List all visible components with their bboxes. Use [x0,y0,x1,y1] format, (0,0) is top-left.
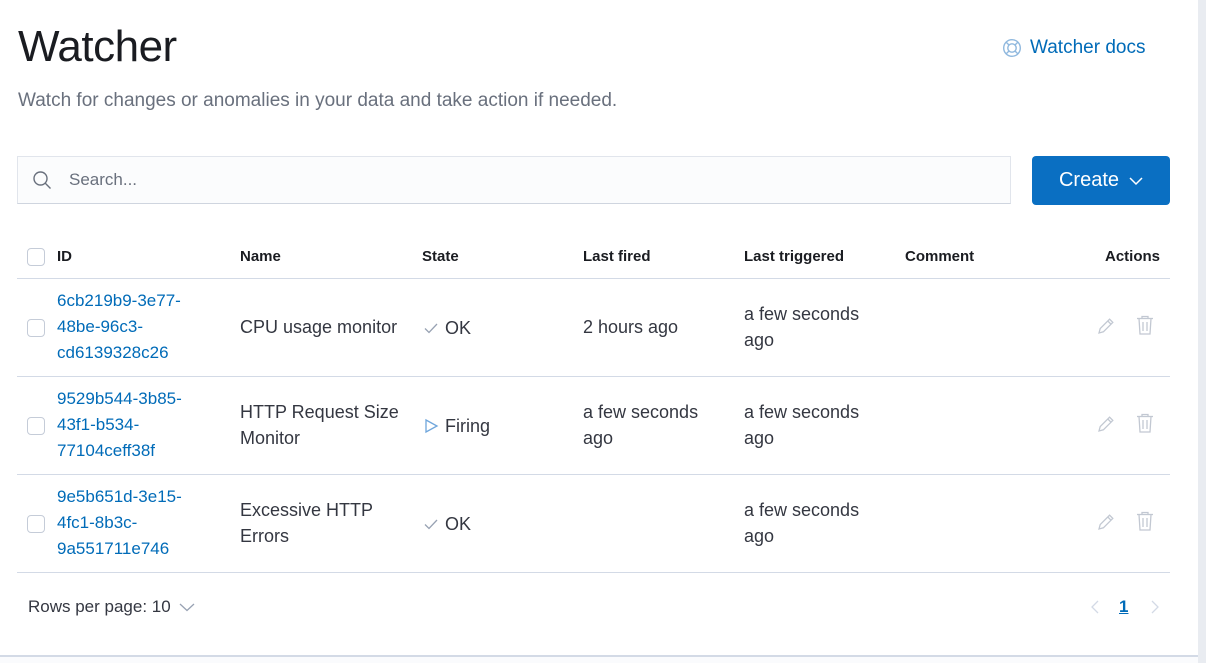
watch-name-line: Errors [240,526,289,546]
next-page-icon[interactable] [1149,599,1161,615]
last-triggered-line: ago [744,428,775,448]
watch-state: OK [423,315,471,341]
check-icon [424,519,438,530]
last-fired-line: a few seconds [583,402,699,422]
chevron-down-icon [179,603,195,612]
previous-page-icon[interactable] [1089,599,1101,615]
delete-trash-icon[interactable] [1134,510,1156,532]
table-header: ID Name State Last fired Last triggered … [17,232,1170,279]
select-all-checkbox[interactable] [27,248,45,266]
delete-trash-icon[interactable] [1134,412,1156,434]
table-row: 6cb219b9-3e77- 48be-96c3- cd6139328c26 C… [17,279,1170,377]
scrollbar[interactable] [1198,0,1206,663]
state-label: OK [445,318,472,338]
watch-id-link[interactable]: 6cb219b9-3e77- 48be-96c3- cd6139328c26 [57,288,207,366]
edit-pencil-icon[interactable] [1096,316,1116,336]
last-triggered-line: ago [744,330,775,350]
watch-name-line: Excessive HTTP [240,500,374,520]
last-triggered: a few seconds ago [744,301,874,353]
watch-id-line: cd6139328c26 [57,343,169,362]
last-triggered: a few seconds ago [744,497,874,549]
watch-id-line: 4fc1-8b3c- [57,513,138,532]
watch-name-line: HTTP Request Size [240,402,399,422]
edit-pencil-icon[interactable] [1096,414,1116,434]
check-icon [424,323,438,334]
page-subtitle: Watch for changes or anomalies in your d… [18,90,618,111]
watch-id-line: 9a551711e746 [57,539,170,558]
edit-pencil-icon[interactable] [1096,512,1116,532]
search-icon [33,171,51,189]
watcher-docs-label: Watcher docs [1030,37,1146,58]
watch-id-line: 77104ceff38f [57,441,155,460]
page-title: Watcher [18,22,177,71]
watch-id-link[interactable]: 9e5b651d-3e15- 4fc1-8b3c- 9a551711e746 [57,484,207,562]
watch-id-line: 9e5b651d-3e15- [57,487,182,506]
watch-state: OK [423,511,471,537]
watches-table: ID Name State Last fired Last triggered … [17,232,1170,573]
watch-name: CPU usage monitor [240,314,410,340]
search-input[interactable] [67,169,971,191]
watch-name-line: CPU usage monitor [240,317,398,337]
delete-trash-icon[interactable] [1134,314,1156,336]
watch-name: HTTP Request Size Monitor [240,399,410,451]
watch-id-line: 9529b544-3b85- [57,389,182,408]
table-row: 9e5b651d-3e15- 4fc1-8b3c- 9a551711e746 E… [17,475,1170,573]
last-triggered-line: ago [744,526,775,546]
state-label: OK [445,514,472,534]
search-bar [17,156,1011,204]
last-fired: 2 hours ago [583,314,713,340]
column-header-last-triggered[interactable]: Last triggered [744,248,844,265]
row-checkbox[interactable] [27,319,45,337]
table-row: 9529b544-3b85- 43f1-b534- 77104ceff38f H… [17,377,1170,475]
column-header-comment[interactable]: Comment [905,248,974,265]
play-icon [425,418,439,434]
last-triggered-line: a few seconds [744,402,860,422]
rows-per-page-selector[interactable]: Rows per page: 10 [28,597,195,617]
watch-state: Firing [423,413,490,439]
help-lifebuoy-icon [1002,38,1022,58]
table-footer: Rows per page: 10 1 [17,585,1170,631]
create-button[interactable]: Create [1032,156,1170,205]
watcher-docs-link[interactable]: Watcher docs [1002,36,1145,60]
column-header-id[interactable]: ID [57,248,72,265]
last-fired-line: 2 hours ago [583,317,679,337]
column-header-state[interactable]: State [422,248,459,265]
watch-name-line: Monitor [240,428,301,448]
column-header-name[interactable]: Name [240,248,281,265]
column-header-actions: Actions [1104,248,1160,265]
row-checkbox[interactable] [27,417,45,435]
watch-name: Excessive HTTP Errors [240,497,410,549]
last-triggered-line: a few seconds [744,304,860,324]
watch-id-line: 6cb219b9-3e77- [57,291,181,310]
chevron-down-icon [1129,176,1143,185]
last-fired-line: ago [583,428,614,448]
watch-id-line: 48be-96c3- [57,317,144,336]
row-checkbox[interactable] [27,515,45,533]
last-triggered: a few seconds ago [744,399,874,451]
watch-id-link[interactable]: 9529b544-3b85- 43f1-b534- 77104ceff38f [57,386,207,464]
state-label: Firing [445,416,491,436]
column-header-last-fired[interactable]: Last fired [583,248,651,265]
create-button-label: Create [1058,169,1120,191]
last-fired: a few seconds ago [583,399,713,451]
main-panel: Watcher Watcher docs Watch for changes o… [0,0,1198,657]
rows-per-page-label: Rows per page: 10 [28,597,171,616]
last-triggered-line: a few seconds [744,500,860,520]
page-number-button[interactable]: 1 [1119,597,1128,617]
watch-id-line: 43f1-b534- [57,415,140,434]
